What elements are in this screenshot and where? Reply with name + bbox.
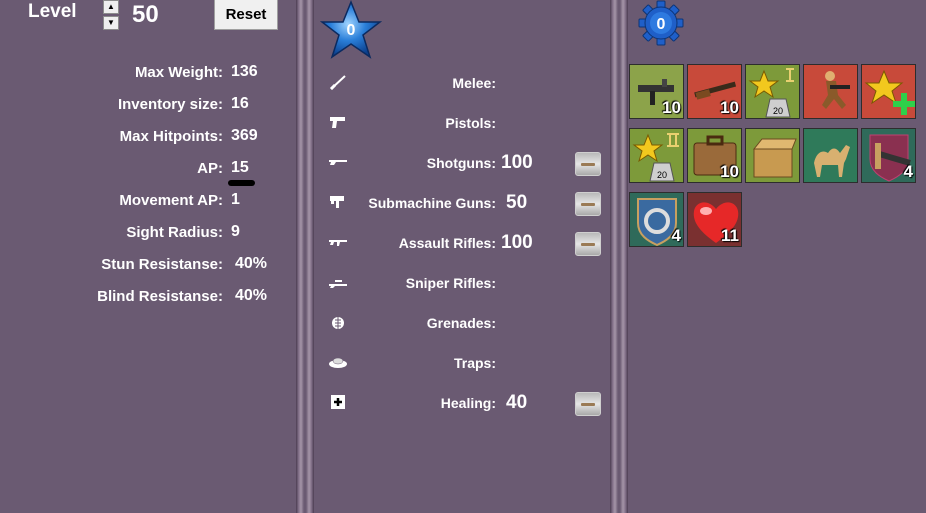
stat-value: 1 bbox=[231, 191, 240, 208]
perk-count: 4 bbox=[671, 226, 681, 245]
level-spinner[interactable]: ▲ ▼ bbox=[103, 0, 119, 30]
pistol-icon bbox=[330, 117, 345, 128]
level-down-arrow-icon[interactable]: ▼ bbox=[103, 16, 119, 30]
level-up-arrow-icon[interactable]: ▲ bbox=[103, 0, 119, 14]
stat-value: 40% bbox=[235, 287, 268, 304]
reset-button[interactable]: Reset bbox=[214, 0, 278, 30]
skill-label: Shotguns: bbox=[426, 155, 496, 171]
skill-value: 100 bbox=[501, 232, 533, 253]
shotgun-icon bbox=[329, 160, 347, 165]
perk-slot[interactable]: 4 bbox=[629, 192, 684, 247]
ap-underline-mark bbox=[228, 180, 255, 186]
stat-label: Stun Resistanse: bbox=[101, 256, 223, 273]
perk-slot[interactable]: 20 bbox=[745, 64, 800, 119]
stat-label: Blind Resistanse: bbox=[97, 288, 223, 305]
panel-divider bbox=[296, 0, 314, 513]
skill-decrease-button[interactable] bbox=[575, 192, 601, 216]
character-stats-panel: Level ▲ ▼ 50 Reset Max Weight: 136 Invento… bbox=[0, 0, 296, 513]
level-value[interactable]: 50 bbox=[132, 1, 159, 29]
medkit-icon bbox=[331, 395, 345, 409]
skill-label: Healing: bbox=[440, 395, 496, 411]
skill-points-star-icon: 0 bbox=[320, 0, 382, 59]
skill-decrease-button[interactable] bbox=[575, 152, 601, 176]
perk-slot[interactable] bbox=[745, 128, 800, 183]
stat-label: Inventory size: bbox=[117, 96, 223, 113]
rifle-icon bbox=[329, 240, 347, 246]
svg-text:20: 20 bbox=[773, 106, 783, 116]
perk-slot[interactable] bbox=[803, 128, 858, 183]
stat-label: Max Hitpoints: bbox=[119, 128, 223, 145]
stat-value: 15 bbox=[231, 159, 249, 176]
skill-label: Pistols: bbox=[445, 115, 496, 131]
perk-count: 10 bbox=[662, 98, 681, 117]
perk-slot[interactable]: 10 bbox=[687, 128, 742, 183]
perk-count: 4 bbox=[903, 162, 913, 181]
stat-label: Sight Radius: bbox=[126, 224, 223, 241]
svg-text:20: 20 bbox=[657, 170, 667, 180]
panel-divider bbox=[610, 0, 628, 513]
skill-label: Assault Rifles: bbox=[398, 235, 496, 251]
stat-value: 16 bbox=[231, 95, 249, 112]
stat-value: 9 bbox=[231, 223, 240, 240]
stat-value: 136 bbox=[231, 63, 258, 80]
trap-icon bbox=[329, 357, 347, 368]
skill-value: 100 bbox=[501, 152, 533, 173]
stat-value: 369 bbox=[231, 127, 258, 144]
box-perk-icon bbox=[752, 138, 797, 178]
perk-slot[interactable]: 11 bbox=[687, 192, 742, 247]
perk-slot[interactable]: 20 bbox=[629, 128, 684, 183]
skill-label: Traps: bbox=[453, 355, 496, 371]
grenade-icon bbox=[332, 317, 344, 329]
star-plus-perk-icon bbox=[864, 69, 915, 115]
skill-label: Grenades: bbox=[426, 315, 496, 331]
perk-points-value: 0 bbox=[657, 16, 666, 33]
skill-decrease-button[interactable] bbox=[575, 232, 601, 256]
skill-value: 40 bbox=[506, 392, 528, 413]
knife-icon bbox=[329, 75, 346, 90]
sniper-icon bbox=[329, 280, 347, 288]
soldier-run-perk-icon bbox=[822, 71, 850, 109]
stat-value: 40% bbox=[235, 255, 268, 272]
stat-label: Movement AP: bbox=[119, 192, 223, 209]
stat-label: AP: bbox=[197, 160, 223, 177]
skill-label: Submachine Guns: bbox=[368, 195, 496, 211]
perk-slot[interactable] bbox=[861, 64, 916, 119]
perks-panel: 0 10 10 20 20 10 4 4 11 bbox=[628, 0, 926, 513]
skill-value: 50 bbox=[506, 192, 528, 213]
skill-label: Sniper Rifles: bbox=[405, 275, 496, 291]
perk-slot[interactable]: 4 bbox=[861, 128, 916, 183]
perk-slot[interactable] bbox=[803, 64, 858, 119]
skill-points-value: 0 bbox=[347, 22, 356, 39]
perk-points-gear-icon: 0 bbox=[638, 0, 684, 46]
perk-count: 11 bbox=[721, 226, 739, 245]
skill-decrease-button[interactable] bbox=[575, 392, 601, 416]
camel-perk-icon bbox=[814, 145, 850, 177]
star-weight-perk-icon: 20 bbox=[748, 68, 794, 118]
skills-panel: 0 Melee: Pistols: Shotguns: 100 Submachine G… bbox=[314, 0, 610, 513]
smg-icon bbox=[330, 196, 344, 208]
perk-slot[interactable]: 10 bbox=[687, 64, 742, 119]
perk-count: 10 bbox=[720, 162, 739, 181]
level-label: Level bbox=[28, 1, 77, 22]
stat-label: Max Weight: bbox=[134, 64, 223, 81]
skill-label: Melee: bbox=[452, 75, 496, 91]
perk-count: 10 bbox=[720, 98, 739, 117]
star-weight-2-perk-icon: 20 bbox=[632, 133, 679, 182]
perk-slot[interactable]: 10 bbox=[629, 64, 684, 119]
